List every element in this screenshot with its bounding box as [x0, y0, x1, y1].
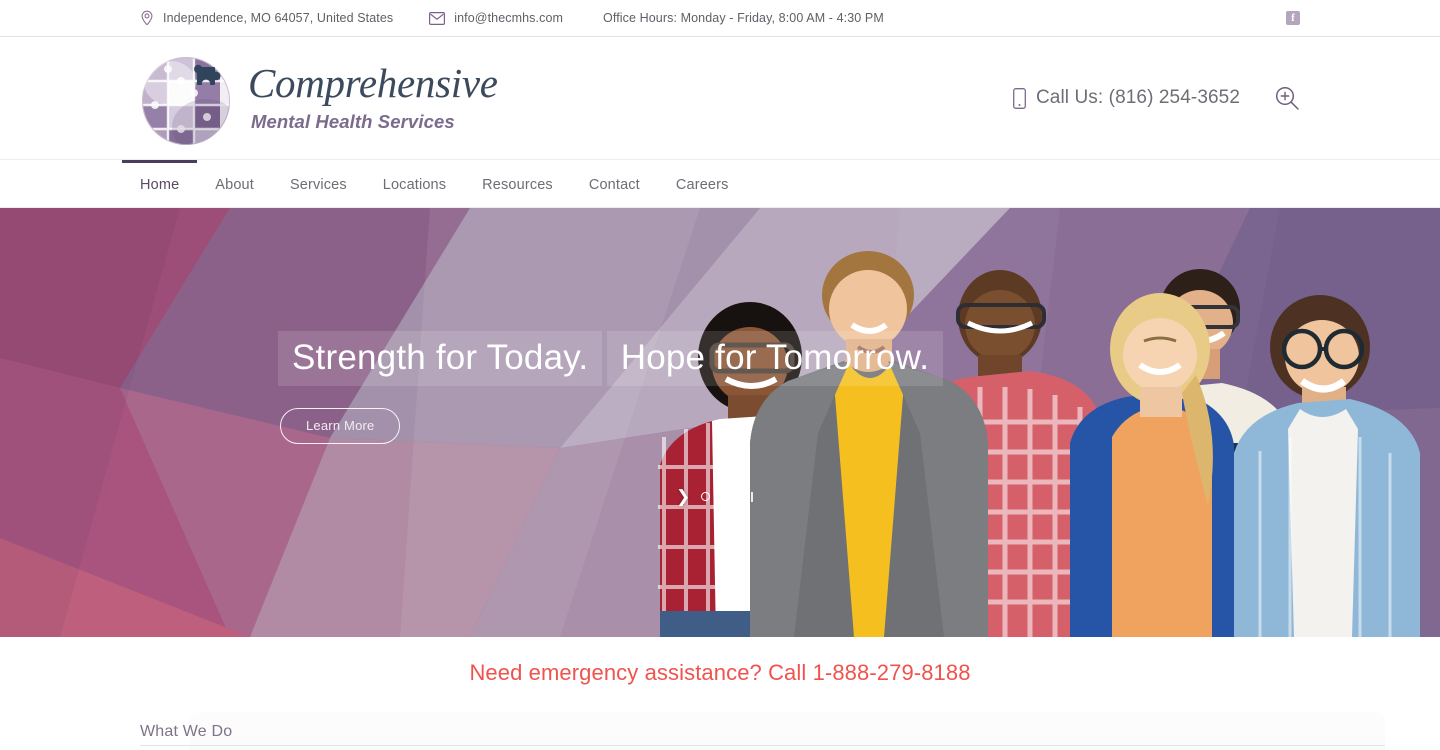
nav-item-label: Resources: [482, 177, 553, 193]
nav-item-home[interactable]: Home: [122, 160, 198, 207]
nav-list: Home About Services Locations Resources …: [122, 160, 747, 207]
nav-item-label: Services: [289, 177, 347, 193]
hero-carousel: Strength for Today. Hope for Tomorrow. L…: [0, 208, 1440, 637]
topbar-hours-text: Office Hours: Monday - Friday, 8:00 AM -…: [603, 11, 884, 25]
nav-item-label: Locations: [382, 177, 447, 193]
logo-title: Comprehensive: [248, 60, 498, 106]
header-actions: Call Us: (816) 254-3652: [1013, 85, 1300, 111]
topbar-social-links: f: [1286, 11, 1300, 25]
envelope-icon: [429, 11, 446, 25]
nav-item-label: Careers: [675, 177, 729, 193]
nav-item-services[interactable]: Services: [272, 160, 365, 207]
emergency-banner: Need emergency assistance? Call 1-888-27…: [0, 637, 1440, 709]
nav-item-label: Contact: [588, 177, 640, 193]
slide-dot-2[interactable]: [721, 490, 734, 503]
nav-item-resources[interactable]: Resources: [464, 160, 571, 207]
what-we-do-divider: [140, 745, 1385, 746]
call-us-link[interactable]: Call Us: (816) 254-3652: [1013, 87, 1240, 109]
nav-item-about[interactable]: About: [197, 160, 272, 207]
search-zoom-in-icon[interactable]: [1274, 85, 1300, 111]
topbar-office-hours: Office Hours: Monday - Friday, 8:00 AM -…: [603, 11, 884, 25]
learn-more-button[interactable]: Learn More: [280, 408, 401, 445]
pause-icon[interactable]: [747, 491, 754, 502]
facebook-icon[interactable]: f: [1286, 11, 1300, 25]
carousel-controls: ❯: [676, 488, 754, 505]
nav-item-contact[interactable]: Contact: [571, 160, 658, 207]
site-logo[interactable]: Comprehensive Mental Health Services: [140, 49, 498, 147]
logo-subtitle: Mental Health Services: [251, 111, 455, 132]
emergency-text[interactable]: Need emergency assistance? Call 1-888-27…: [469, 660, 970, 686]
what-we-do-section: What We Do: [0, 709, 1440, 750]
nav-item-careers[interactable]: Careers: [658, 160, 747, 207]
mobile-phone-icon: [1013, 87, 1026, 109]
hero-copy: Strength for Today. Hope for Tomorrow. L…: [278, 318, 944, 445]
nav-item-label: About: [215, 177, 254, 193]
topbar-info-group: Independence, MO 64057, United States in…: [140, 10, 884, 26]
hero-headline-line-1: Strength for Today.: [278, 331, 603, 387]
site-header: Comprehensive Mental Health Services Cal…: [0, 37, 1440, 160]
nav-item-locations[interactable]: Locations: [365, 160, 464, 207]
what-we-do-title: What We Do: [140, 723, 233, 740]
hero-headline-line-2: Hope for Tomorrow.: [606, 331, 944, 387]
topbar-location-text: Independence, MO 64057, United States: [163, 11, 394, 25]
logo-wordmark: Comprehensive Mental Health Services: [248, 63, 498, 133]
utility-topbar: Independence, MO 64057, United States in…: [0, 0, 1440, 37]
call-us-text: Call Us: (816) 254-3652: [1035, 87, 1240, 108]
topbar-location: Independence, MO 64057, United States: [140, 10, 393, 26]
puzzle-globe-logo-icon: [140, 49, 244, 147]
map-pin-icon: [140, 10, 154, 26]
main-navigation: Home About Services Locations Resources …: [0, 160, 1440, 208]
slide-dot-1[interactable]: [701, 492, 711, 501]
nav-item-label: Home: [140, 177, 180, 193]
chevron-right-icon[interactable]: ❯: [676, 488, 690, 505]
topbar-email[interactable]: info@thecmhs.com: [429, 11, 563, 25]
topbar-email-text: info@thecmhs.com: [454, 11, 564, 25]
